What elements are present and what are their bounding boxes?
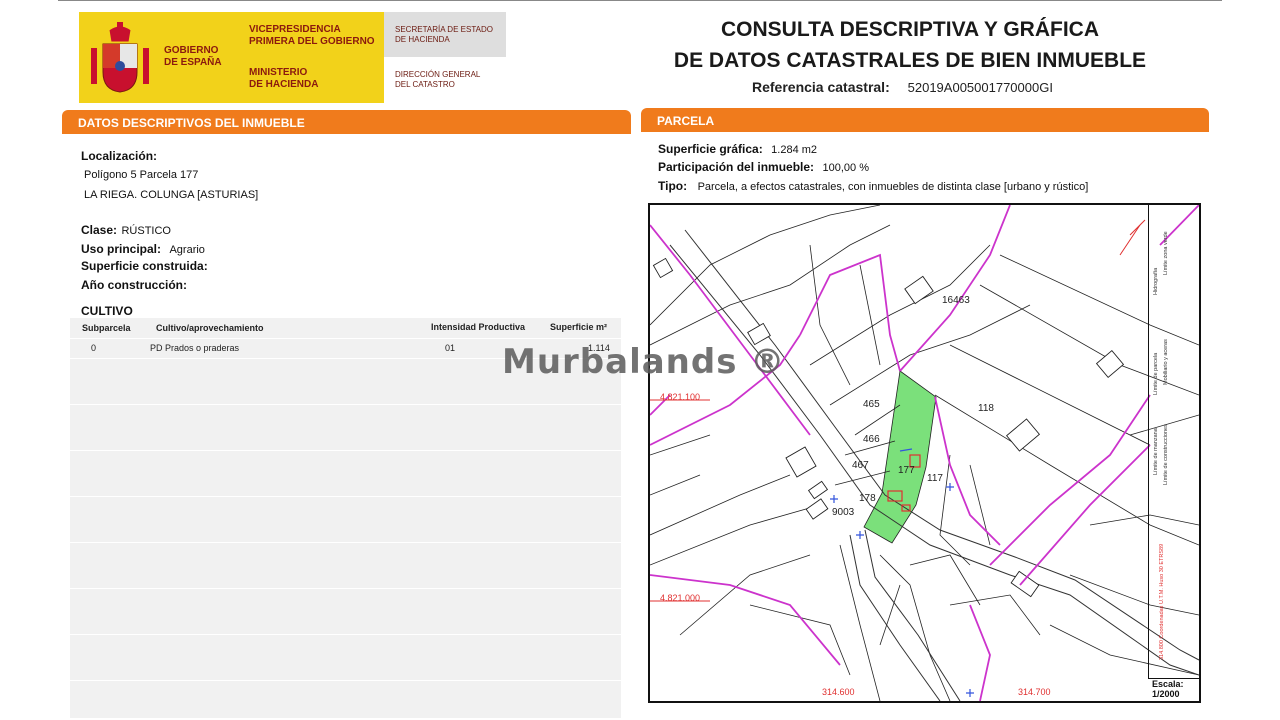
parcel-label-9003: 9003 xyxy=(832,507,855,518)
ministerio-text: MINISTERIO DE HACIENDA xyxy=(249,67,319,90)
anio-construccion-label: Año construcción: xyxy=(81,278,188,292)
parcel-label-466: 466 xyxy=(863,434,880,445)
map-drawing: 16463 465 466 467 177 178 117 118 9003 4… xyxy=(649,204,1200,702)
legend-limite-manzana: Límite de manzana xyxy=(1153,427,1159,475)
cultivo-title: CULTIVO xyxy=(81,304,133,318)
col-cultivo: Cultivo/aprovechamiento xyxy=(156,323,264,333)
document-title: CONSULTA DESCRIPTIVA Y GRÁFICA DE DATOS … xyxy=(673,18,1147,72)
table-row-cultivo: PD Prados o praderas xyxy=(150,343,240,353)
coord-label-314600: 314.600 xyxy=(822,687,855,697)
uso-row: Uso principal: Agrario xyxy=(81,242,205,256)
superficie-construida-label: Superficie construida: xyxy=(81,259,208,273)
vicepresidencia-text: VICEPRESIDENCIA PRIMERA DEL GOBIERNO xyxy=(249,24,375,47)
parcel-label-465: 465 xyxy=(863,399,880,410)
legend-hidrografia: Hidrografía xyxy=(1153,267,1159,295)
localizacion-line1: Polígono 5 Parcela 177 xyxy=(84,169,199,181)
secretaria-text: SECRETARÍA DE ESTADO DE HACIENDA xyxy=(395,25,493,44)
legend-separator xyxy=(1148,205,1149,678)
superficie-grafica-row: Superficie gráfica: 1.284 m2 xyxy=(658,142,818,156)
watermark: Murbalands ® xyxy=(502,342,786,382)
section-header-parcela: PARCELA xyxy=(641,108,1209,132)
col-subparcela: Subparcela xyxy=(82,323,131,333)
legend-limite-parcela: Límite de parcela xyxy=(1153,352,1159,395)
tipo-row: Tipo: Parcela, a efectos catastrales, co… xyxy=(658,179,1089,193)
coord-label-4821000: 4.821.000 xyxy=(660,593,700,603)
legend-mobiliario: Mobiliario y aceras xyxy=(1163,339,1169,385)
ref-value: 52019A005001770000GI xyxy=(907,80,1053,95)
direccion-catastro-text: DIRECCIÓN GENERAL DEL CATASTRO xyxy=(395,70,481,89)
referencia-catastral: Referencia catastral: 52019A005001770000… xyxy=(752,79,1053,95)
col-superficie: Superficie m² xyxy=(550,322,608,332)
legend-coordinates: 314.800 Coordenadas U.T.M. Huso 30 ETRS8… xyxy=(1159,544,1165,660)
cadastral-map: 16463 465 466 467 177 178 117 118 9003 4… xyxy=(648,203,1201,703)
government-logo-block: GOBIERNO DE ESPAÑA VICEPRESIDENCIA PRIMERA… xyxy=(79,12,384,103)
table-row-subparcela: 0 xyxy=(91,343,97,353)
scale-box: Escala: 1/2000 xyxy=(1148,678,1199,701)
participacion-row: Participación del inmueble: 100,00 % xyxy=(658,160,869,174)
clase-row: Clase: RÚSTICO xyxy=(81,223,171,237)
top-rule xyxy=(58,0,1222,1)
legend-zona-verde: Límite zona verde xyxy=(1163,231,1169,275)
ref-label: Referencia catastral: xyxy=(752,79,890,95)
coord-label-4821100: 4.821.100 xyxy=(660,392,700,402)
localizacion-label: Localización: xyxy=(81,149,158,163)
coat-of-arms-icon xyxy=(91,22,149,93)
table-row-intensidad: 01 xyxy=(445,343,456,353)
localizacion-line2: LA RIEGA. COLUNGA [ASTURIAS] xyxy=(84,189,259,201)
gobierno-text: GOBIERNO DE ESPAÑA xyxy=(164,45,222,68)
parcel-label-177: 177 xyxy=(898,465,915,476)
parcel-label-118: 118 xyxy=(978,403,994,414)
legend-limite-construcciones: Límite de construcciones xyxy=(1163,424,1169,485)
parcel-label-16463: 16463 xyxy=(942,295,970,306)
secretaria-block: SECRETARÍA DE ESTADO DE HACIENDA xyxy=(384,12,506,57)
col-intensidad: Intensidad Productiva xyxy=(431,322,526,332)
parcel-label-117: 117 xyxy=(927,473,943,484)
parcel-177-fill xyxy=(863,370,937,544)
parcel-label-178: 178 xyxy=(859,493,876,504)
section-header-datos: DATOS DESCRIPTIVOS DEL INMUEBLE xyxy=(62,110,631,134)
parcel-label-467: 467 xyxy=(852,460,869,471)
coord-label-314700: 314.700 xyxy=(1018,687,1051,697)
